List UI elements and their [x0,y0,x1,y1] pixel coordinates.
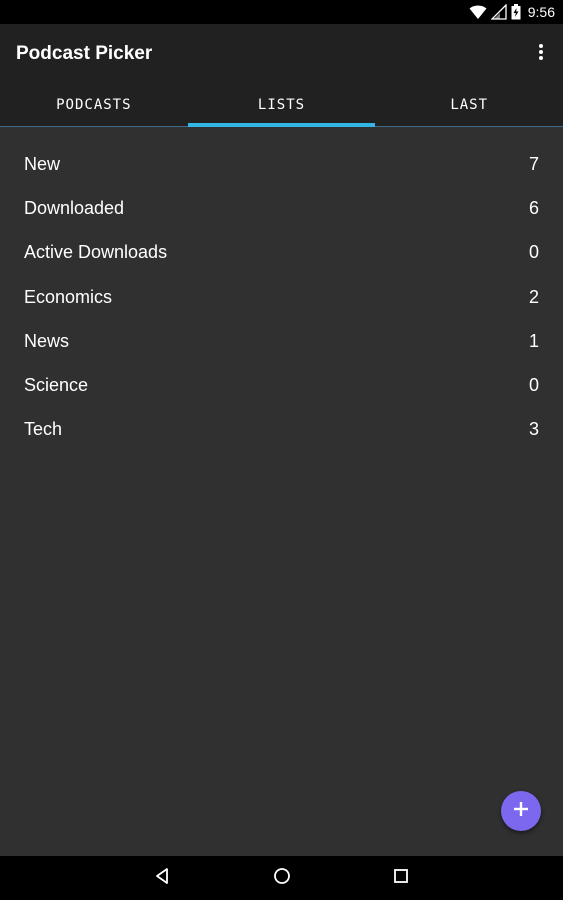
home-icon [273,867,291,890]
list-item-label: Economics [24,286,113,307]
list-item-downloaded[interactable]: Downloaded 6 [0,186,563,230]
wifi-icon [469,4,487,20]
list-item-science[interactable]: Science 0 [0,363,563,407]
list-item-count: 2 [528,286,539,307]
list-item-label: Tech [24,419,63,440]
tab-podcasts[interactable]: PODCASTS [0,84,188,126]
tab-label: LISTS [257,97,306,113]
overflow-menu-button[interactable] [527,34,555,74]
list-item-economics[interactable]: Economics 2 [0,275,563,319]
list-item-news[interactable]: News 1 [0,319,563,363]
tab-last[interactable]: LAST [375,84,563,126]
list-item-new[interactable]: New 7 [0,142,563,186]
battery-icon [511,4,521,20]
recents-icon [393,868,409,889]
recents-button[interactable] [389,866,413,890]
lists-list: New 7 Downloaded 6 Active Downloads 0 Ec… [0,142,563,452]
app-bar: Podcast Picker [0,24,563,84]
list-item-label: News [24,330,70,351]
screen: 9:56 Podcast Picker PODCASTS LISTS LAST [0,0,563,900]
add-icon [513,801,529,822]
back-button[interactable] [150,866,174,890]
list-item-label: Science [24,375,89,396]
more-vert-icon [538,43,544,66]
tab-bar: PODCASTS LISTS LAST [0,84,563,127]
list-item-count: 3 [528,419,539,440]
status-icons: 9:56 [469,3,555,21]
signal-icon [490,4,507,20]
list-item-count: 7 [528,153,539,174]
status-time: 9:56 [527,4,555,20]
home-button[interactable] [270,866,294,890]
list-item-tech[interactable]: Tech 3 [0,408,563,452]
tab-lists[interactable]: LISTS [187,84,376,127]
back-icon [153,867,171,890]
list-item-count: 6 [528,197,539,218]
list-item-active-downloads[interactable]: Active Downloads 0 [0,231,563,275]
app-title: Podcast Picker [16,43,153,64]
list-item-label: Active Downloads [24,242,168,263]
list-item-count: 0 [528,242,539,263]
tab-label: LAST [450,97,489,113]
tab-selected-indicator [187,123,376,127]
tab-label: PODCASTS [56,97,132,113]
list-item-label: Downloaded [24,197,125,218]
add-list-fab[interactable] [501,791,541,831]
list-item-label: New [24,153,61,174]
list-item-count: 0 [528,375,539,396]
navigation-bar [0,856,563,900]
status-bar: 9:56 [0,0,563,24]
list-item-count: 1 [528,330,539,351]
